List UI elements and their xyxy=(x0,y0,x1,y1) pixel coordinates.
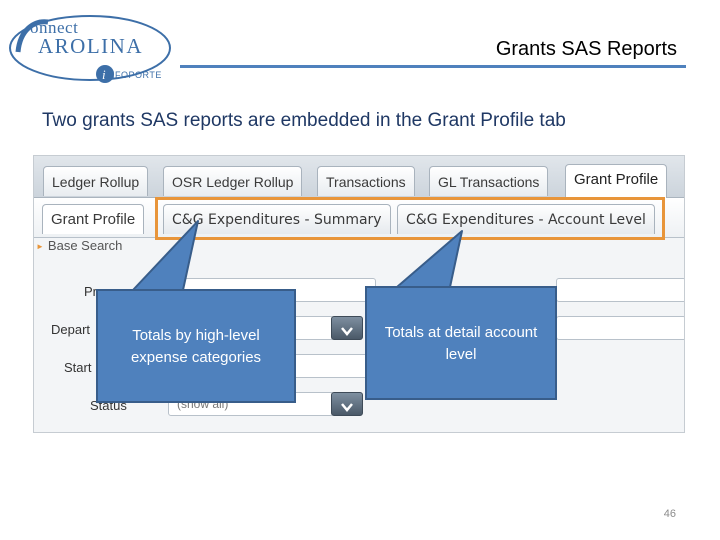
header-divider xyxy=(180,65,686,68)
label-start: Start xyxy=(64,360,92,375)
tab-ledger-rollup[interactable]: Ledger Rollup xyxy=(43,166,149,196)
tab-transactions[interactable]: Transactions xyxy=(317,166,415,196)
chevron-down-icon xyxy=(341,323,353,336)
label-department: Depart xyxy=(51,322,91,337)
base-search-label: Base Search xyxy=(47,238,123,253)
chevron-down-icon xyxy=(341,399,353,412)
project-field-secondary[interactable] xyxy=(556,278,684,302)
callout-account-level: Totals at detail account level xyxy=(365,286,557,400)
logo-carolina-text: AROLINA xyxy=(38,34,143,58)
page-title: Grants SAS Reports xyxy=(495,38,677,60)
tab-osr-ledger-rollup[interactable]: OSR Ledger Rollup xyxy=(163,166,303,196)
slide-subtitle: Two grants SAS reports are embedded in t… xyxy=(42,110,566,131)
tab-grant-profile[interactable]: Grant Profile xyxy=(565,164,668,198)
svg-text:i: i xyxy=(102,67,106,82)
sas-reports-highlight xyxy=(155,197,665,240)
tab-gl-transactions[interactable]: GL Transactions xyxy=(429,166,549,196)
status-dropdown-button[interactable] xyxy=(331,392,363,416)
expand-triangle-icon: ► xyxy=(36,242,44,252)
page-number: 46 xyxy=(663,508,676,520)
logo-infoporte-text: NFOPORTE xyxy=(108,70,162,80)
connect-carolina-logo: i onnect AROLINA NFOPORTE xyxy=(8,12,178,90)
department-field-secondary[interactable] xyxy=(556,316,684,340)
subtab-grant-profile[interactable]: Grant Profile xyxy=(42,204,145,234)
callout-summary: Totals by high-level expense categories xyxy=(96,289,296,403)
base-search-toggle[interactable]: ► Base Search xyxy=(36,238,122,253)
department-dropdown-button[interactable] xyxy=(331,316,363,340)
top-tab-bar: Ledger Rollup OSR Ledger Rollup Transact… xyxy=(34,156,684,198)
